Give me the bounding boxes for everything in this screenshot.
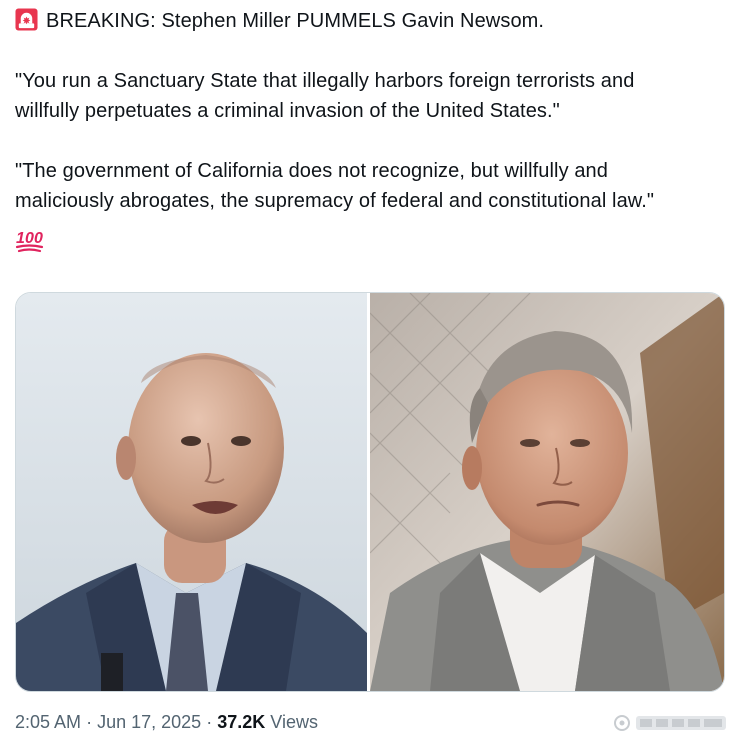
quote-2-line-1: "The government of California does not r… [15,160,609,182]
quote-1-line-2: willfully perpetuates a criminal invasio… [15,100,560,122]
tweet-meta: 2:05 AM · Jun 17, 2025 · 37.2K Views [15,712,318,733]
police-siren-icon [15,8,38,31]
tweet-text: BREAKING: Stephen Miller PUMMELS Gavin N… [15,6,730,263]
tweet-date[interactable]: Jun 17, 2025 [97,712,201,732]
tweet-headline: BREAKING: Stephen Miller PUMMELS Gavin N… [15,6,730,36]
headline-text: BREAKING: Stephen Miller PUMMELS Gavin N… [46,10,545,32]
meta-separator: · [206,712,213,732]
right-portrait-image [370,293,724,691]
watermark-logo [614,715,726,731]
views-label: Views [270,712,318,732]
views-count: 37.2K [217,712,266,732]
tweet-time[interactable]: 2:05 AM [15,712,81,732]
quote-2-line-2: maliciously abrogates, the supremacy of … [15,190,655,212]
media-container[interactable] [15,292,725,692]
left-portrait-image [16,293,367,691]
photo-left[interactable] [16,293,367,691]
meta-separator: · [86,712,93,732]
hundred-points-icon: 100 [15,230,44,253]
photo-right[interactable] [370,293,724,691]
quote-1-line-1: "You run a Sanctuary State that illegall… [15,70,635,92]
